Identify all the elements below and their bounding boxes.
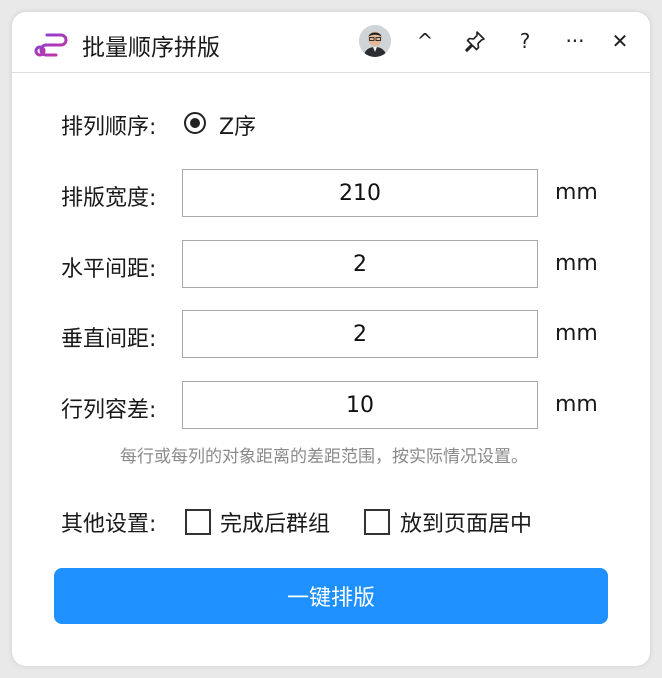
window-title: 批量顺序拼版 (82, 35, 220, 61)
width-label: 排版宽度: (61, 186, 157, 211)
help-button[interactable]: ? (509, 24, 541, 58)
group-after-checkbox[interactable] (185, 509, 211, 535)
h-spacing-unit: mm (555, 251, 598, 276)
close-icon: ✕ (611, 29, 629, 53)
h-spacing-label: 水平间距: (61, 257, 157, 282)
center-on-page-checkbox[interactable] (364, 509, 390, 535)
width-unit: mm (555, 180, 598, 205)
more-icon: ··· (565, 29, 585, 53)
z-order-label[interactable]: Z序 (219, 109, 256, 141)
dialog-panel: 批量顺序拼版 ^ ? ··· ✕ 排列顺序: Z序 排版宽度: 210 mm 水… (12, 12, 650, 666)
v-spacing-input[interactable] (182, 310, 538, 358)
center-on-page-label[interactable]: 放到页面居中 (400, 506, 532, 538)
h-spacing-input[interactable] (182, 240, 538, 288)
tolerance-hint: 每行或每列的对象距离的差距范围，按实际情况设置。 (120, 447, 528, 467)
group-after-label[interactable]: 完成后群组 (220, 506, 330, 538)
help-icon: ? (519, 29, 531, 53)
tolerance-input[interactable] (182, 381, 538, 429)
more-button[interactable]: ··· (559, 24, 591, 58)
layout-nodes-icon (34, 33, 68, 57)
pin-icon (465, 31, 485, 52)
close-button[interactable]: ✕ (604, 24, 636, 58)
one-click-layout-label: 一键排版 (286, 586, 375, 611)
collapse-button[interactable]: ^ (409, 24, 441, 58)
order-label: 排列顺序: (61, 115, 157, 140)
one-click-layout-button[interactable]: 一键排版 (54, 568, 608, 624)
tolerance-label: 行列容差: (61, 398, 157, 423)
v-spacing-label: 垂直间距: (61, 327, 157, 352)
tolerance-unit: mm (555, 392, 598, 417)
caret-up-icon: ^ (416, 29, 434, 53)
pin-button[interactable] (459, 24, 491, 58)
title-bar: 批量顺序拼版 ^ ? ··· ✕ (12, 12, 650, 73)
other-settings-label: 其他设置: (61, 512, 157, 537)
user-avatar[interactable] (359, 25, 391, 57)
radio-selected-dot (190, 118, 200, 128)
width-input[interactable] (182, 169, 538, 217)
avatar-image (359, 25, 391, 57)
z-order-radio[interactable] (184, 112, 206, 134)
v-spacing-unit: mm (555, 321, 598, 346)
